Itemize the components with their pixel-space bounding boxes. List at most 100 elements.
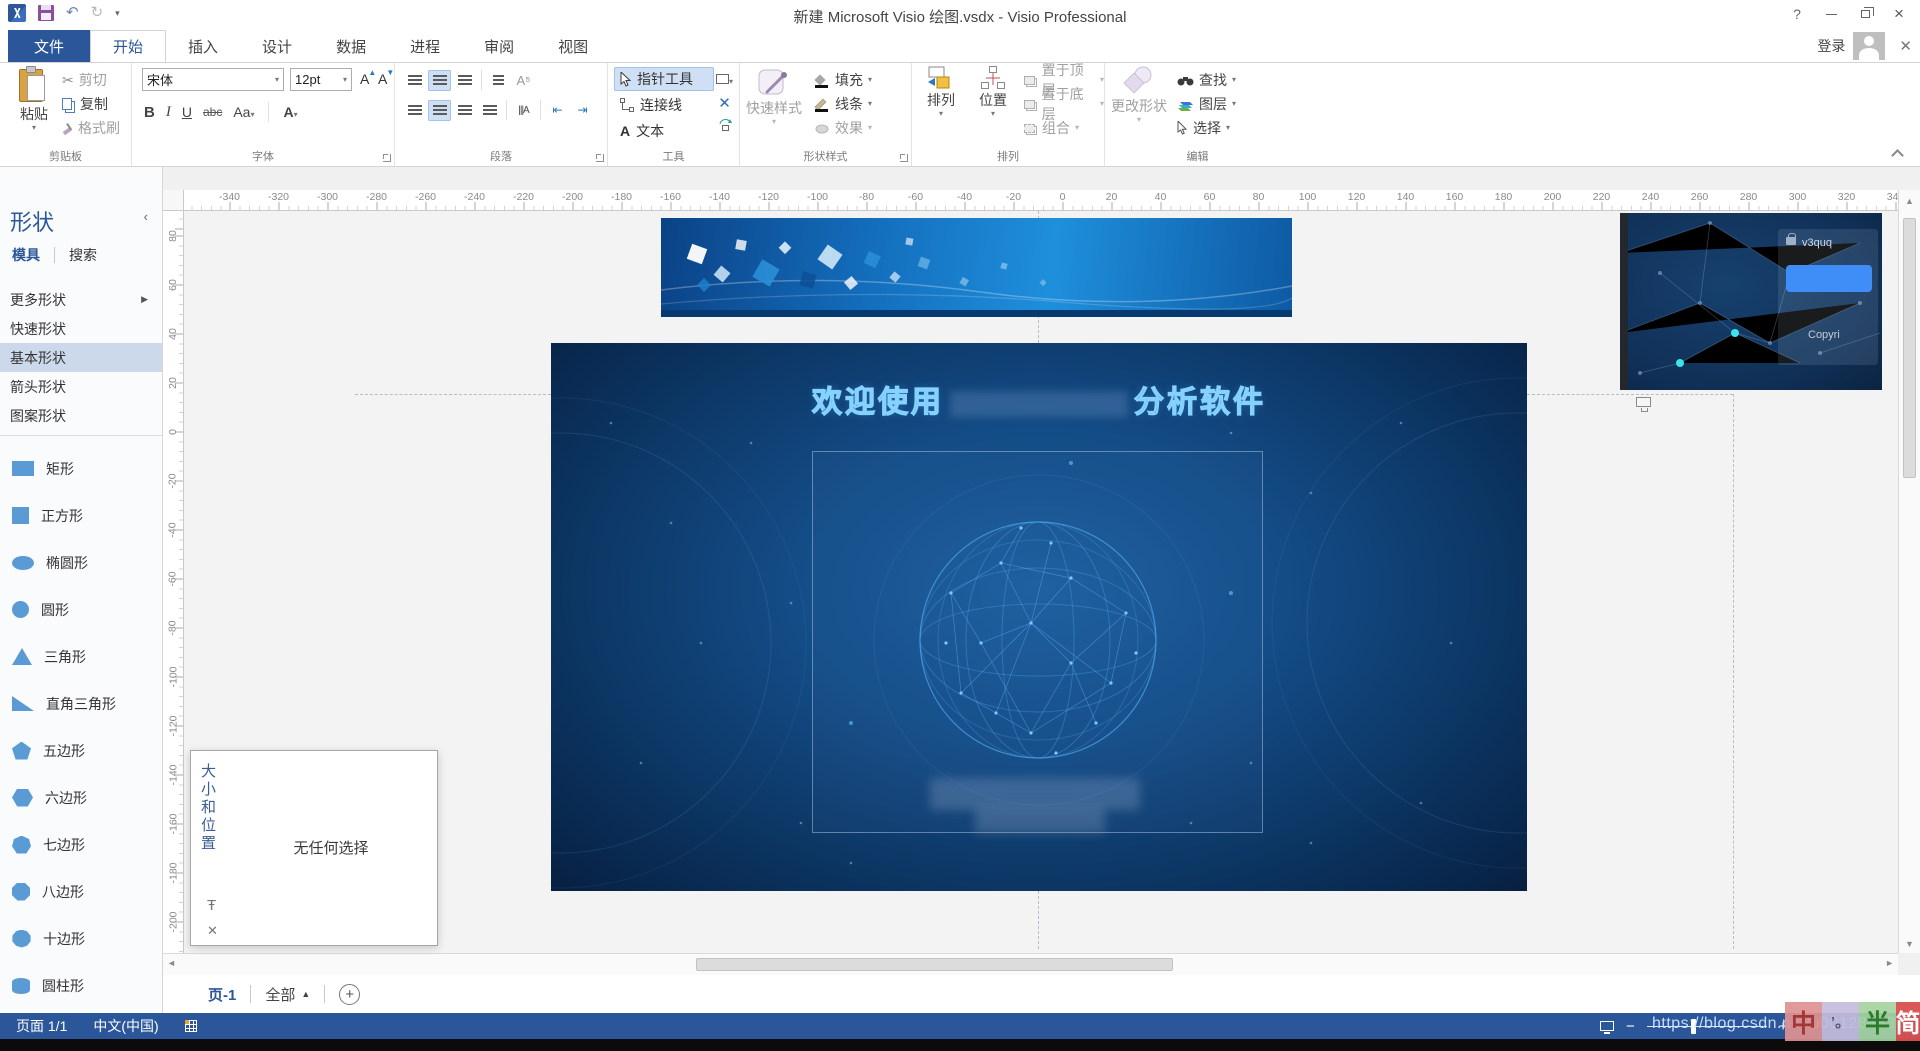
add-page-button[interactable]: + bbox=[339, 984, 360, 1005]
layers-button[interactable]: 图层▾ bbox=[1177, 93, 1236, 115]
ribbon-tab[interactable]: 视图 bbox=[536, 30, 610, 62]
delete-tool-icon[interactable]: ✕ bbox=[718, 94, 731, 112]
stencil-category[interactable]: 图案形状 bbox=[0, 401, 162, 430]
bold-button[interactable]: B bbox=[144, 104, 155, 121]
help-button[interactable]: ? bbox=[1780, 0, 1814, 28]
minimize-button[interactable] bbox=[1814, 0, 1848, 28]
strikethrough-button[interactable]: abc bbox=[203, 105, 222, 119]
effects-button[interactable]: 效果▾ bbox=[814, 117, 872, 139]
decrease-indent-button[interactable]: ⇤ bbox=[546, 100, 569, 121]
select-button[interactable]: 选择▾ bbox=[1177, 117, 1230, 139]
horizontal-scrollbar[interactable]: ◄ ► bbox=[163, 953, 1898, 975]
italic-button[interactable]: I bbox=[166, 104, 171, 121]
font-family-combo[interactable]: 宋体▾ bbox=[142, 68, 284, 91]
paragraph-dialog-launcher-icon[interactable] bbox=[596, 154, 604, 162]
size-position-panel[interactable]: 大小和位置 无任何选择 Ŧ ✕ bbox=[190, 750, 438, 946]
align-right-button[interactable] bbox=[453, 100, 476, 121]
shape-master-item[interactable]: 五边形 bbox=[0, 727, 162, 774]
shape-master-item[interactable]: 圆柱形 bbox=[0, 962, 162, 1009]
shape-master-item[interactable]: 正方形 bbox=[0, 492, 162, 539]
banner-image[interactable] bbox=[661, 218, 1292, 317]
ribbon-tab[interactable]: 审阅 bbox=[462, 30, 536, 62]
vertical-ruler[interactable]: 806040200-20-40-60-80-100-120-140-160-18… bbox=[163, 211, 184, 953]
copy-button[interactable]: 复制 bbox=[62, 93, 108, 115]
find-button[interactable]: 查找▾ bbox=[1177, 69, 1236, 91]
change-case-button[interactable]: Aa▾ bbox=[233, 104, 254, 120]
connector-tool-button[interactable]: 连接线 bbox=[614, 93, 688, 117]
tab-stencils[interactable]: 模具 bbox=[12, 245, 40, 265]
underline-button[interactable]: U bbox=[182, 104, 192, 120]
language-indicator[interactable]: 中文(中国) bbox=[93, 1016, 158, 1036]
scroll-left-icon[interactable]: ◄ bbox=[167, 958, 176, 968]
rectangle-tool-button[interactable]: ▾ bbox=[716, 71, 733, 87]
fill-button[interactable]: 填充▾ bbox=[814, 69, 872, 91]
collapse-ribbon-icon[interactable] bbox=[1891, 149, 1904, 162]
pointer-tool-button[interactable]: 指针工具 bbox=[614, 67, 714, 91]
align-top-button[interactable] bbox=[403, 70, 426, 91]
text-rotate-button[interactable]: A⁵ bbox=[512, 70, 535, 91]
ime-badge[interactable]: ’。 bbox=[1822, 1002, 1859, 1041]
justify-button[interactable] bbox=[478, 100, 501, 121]
panel-collapse-icon[interactable]: ‹ bbox=[144, 209, 148, 224]
presentation-mode-icon[interactable] bbox=[1600, 1021, 1614, 1031]
page-indicator[interactable]: 页面 1/1 bbox=[16, 1016, 67, 1036]
shape-master-item[interactable]: 七边形 bbox=[0, 821, 162, 868]
ribbon-tab[interactable]: 插入 bbox=[166, 30, 240, 62]
horizontal-ruler[interactable]: -340-320-300-280-260-240-220-200-180-160… bbox=[184, 190, 1898, 211]
text-tool-button[interactable]: A 文本 bbox=[614, 119, 670, 143]
stencil-category[interactable]: 快速形状 bbox=[0, 314, 162, 343]
font-size-combo[interactable]: 12pt▾ bbox=[290, 68, 352, 91]
font-dialog-launcher-icon[interactable] bbox=[383, 154, 391, 162]
send-to-back-button[interactable]: 置于底层▾ bbox=[1024, 93, 1104, 115]
shape-master-item[interactable]: 三角形 bbox=[0, 633, 162, 680]
document-close-icon[interactable]: ✕ bbox=[1893, 37, 1918, 55]
ime-badge[interactable]: 半 bbox=[1859, 1002, 1896, 1041]
align-left-button[interactable] bbox=[403, 100, 426, 121]
stencil-category[interactable]: 箭头形状 bbox=[0, 372, 162, 401]
sign-in-button[interactable]: 登录 bbox=[1817, 36, 1845, 56]
shape-master-item[interactable]: 椭圆形 bbox=[0, 539, 162, 586]
shape-master-item[interactable]: 六边形 bbox=[0, 774, 162, 821]
increase-indent-button[interactable]: ⇥ bbox=[571, 100, 594, 121]
quick-styles-button[interactable]: 快速样式▾ bbox=[746, 66, 802, 148]
scroll-down-icon[interactable]: ▼ bbox=[1905, 939, 1914, 949]
tab-search[interactable]: 搜索 bbox=[69, 245, 97, 265]
stencil-category[interactable]: 更多形状 ▶ bbox=[0, 285, 162, 314]
ime-badge[interactable]: 简 bbox=[1896, 1002, 1920, 1041]
shape-master-item[interactable]: 直角三角形 bbox=[0, 680, 162, 727]
font-color-button[interactable]: A▾ bbox=[283, 104, 297, 120]
shape-master-item[interactable]: 矩形 bbox=[0, 445, 162, 492]
shape-master-item[interactable]: 八边形 bbox=[0, 868, 162, 915]
align-middle-button[interactable] bbox=[428, 70, 451, 91]
shape-styles-dialog-launcher-icon[interactable] bbox=[900, 154, 908, 162]
avatar-icon[interactable] bbox=[1853, 32, 1885, 60]
align-bottom-button[interactable] bbox=[453, 70, 476, 91]
ribbon-tab[interactable]: 文件 bbox=[8, 30, 90, 62]
cut-button[interactable]: ✂剪切 bbox=[62, 69, 107, 91]
shape-master-item[interactable]: 圆形 bbox=[0, 586, 162, 633]
ribbon-tab[interactable]: 数据 bbox=[314, 30, 388, 62]
ime-badge[interactable]: 中 bbox=[1785, 1002, 1822, 1041]
zoom-out-button[interactable]: − bbox=[1626, 1018, 1635, 1035]
change-shape-button[interactable]: 更改形状▾ bbox=[1109, 66, 1169, 148]
scroll-right-icon[interactable]: ► bbox=[1885, 958, 1894, 968]
bullets-button[interactable] bbox=[487, 70, 510, 91]
vertical-scrollbar[interactable]: ▲ ▼ bbox=[1898, 190, 1920, 975]
macro-record-icon[interactable] bbox=[185, 1020, 197, 1032]
rotate-tool-icon[interactable] bbox=[718, 119, 732, 133]
scroll-up-icon[interactable]: ▲ bbox=[1905, 196, 1914, 206]
ribbon-tab[interactable]: 开始 bbox=[90, 30, 166, 62]
pin-icon[interactable]: Ŧ bbox=[207, 897, 216, 914]
login-preview-image[interactable]: v3quq Copyri bbox=[1620, 213, 1882, 390]
vertical-scroll-thumb[interactable] bbox=[1903, 218, 1916, 478]
shape-master-item[interactable]: 十边形 bbox=[0, 915, 162, 962]
paste-button[interactable]: 粘贴▾ bbox=[6, 66, 62, 148]
stencil-category[interactable]: 基本形状 bbox=[0, 343, 162, 372]
format-painter-button[interactable]: 格式刷 bbox=[62, 117, 120, 139]
grow-font-button[interactable]: A▲ bbox=[360, 71, 375, 87]
group-button[interactable]: 组合▾ bbox=[1024, 117, 1079, 139]
all-pages-button[interactable]: 全部▲ bbox=[265, 984, 310, 1005]
line-button[interactable]: 线条▾ bbox=[814, 93, 872, 115]
page-tab-1[interactable]: 页-1 bbox=[208, 984, 236, 1005]
drawing-canvas[interactable]: 欢迎使用分析软件 v3quq Copyri bbox=[184, 211, 1898, 953]
